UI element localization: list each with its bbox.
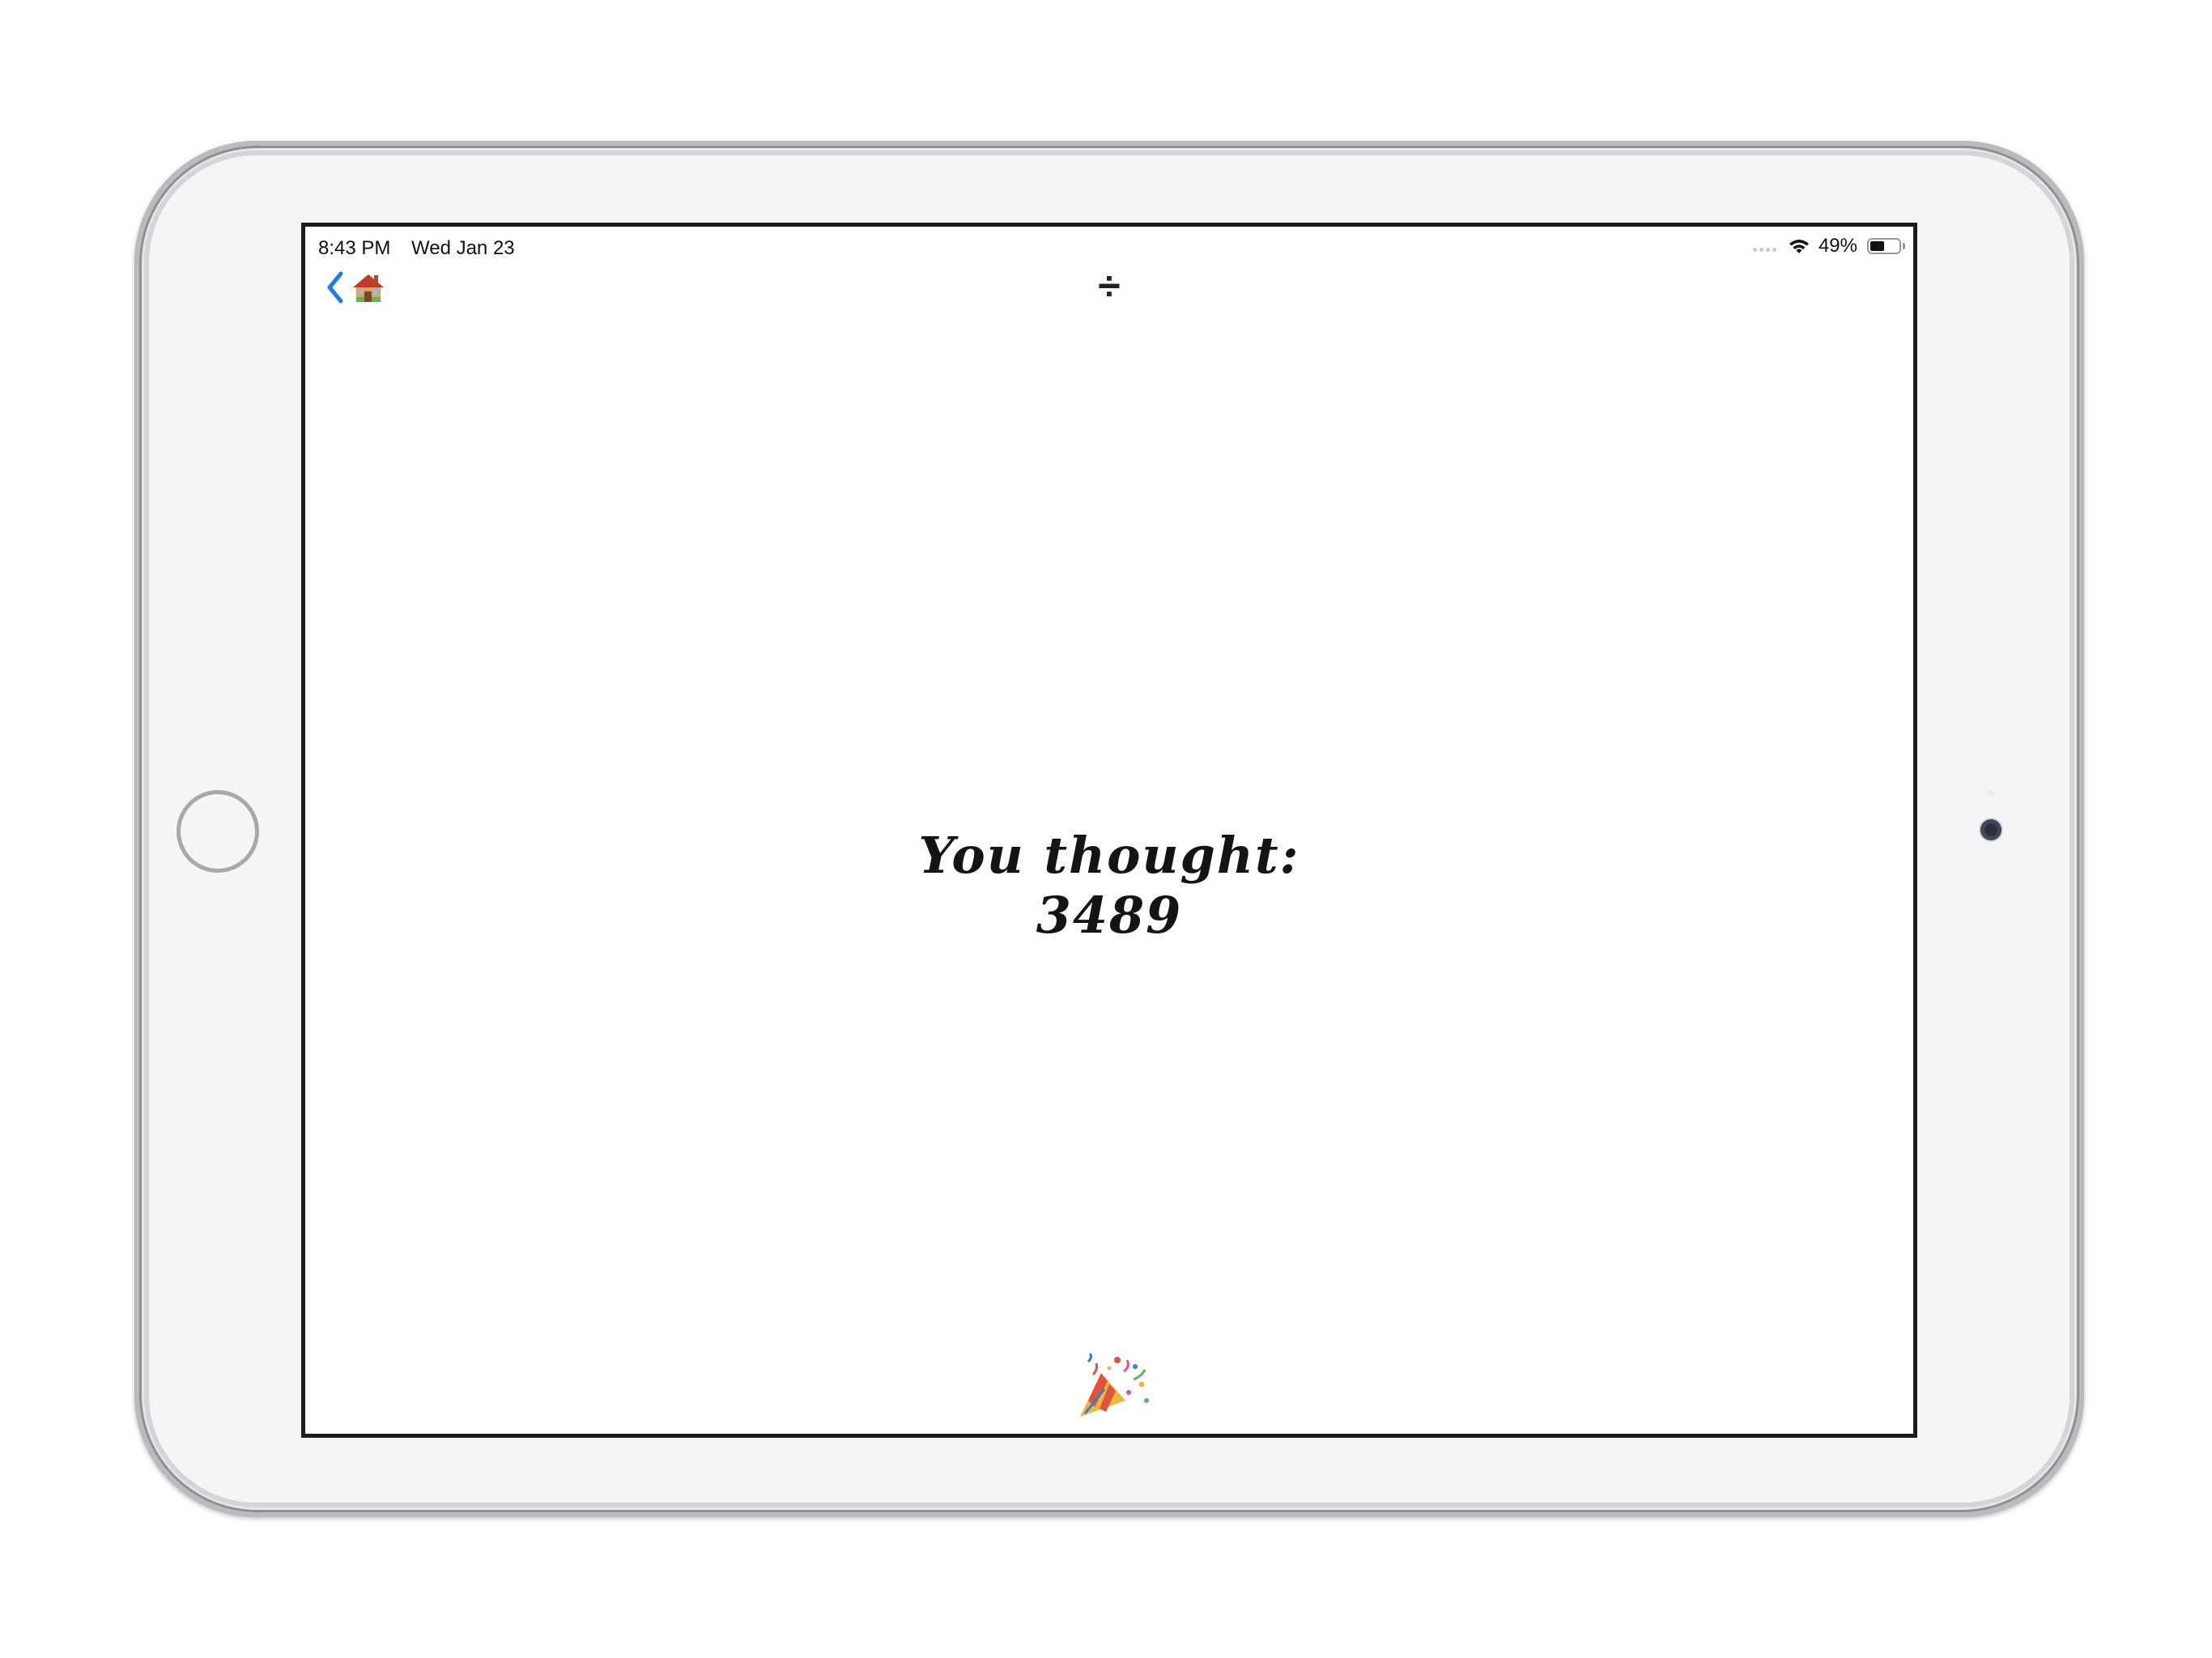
status-time: 8:43 PM xyxy=(318,237,391,259)
result-message: You thought: 3489 xyxy=(305,826,1913,946)
party-popper-icon xyxy=(1080,1352,1149,1417)
home-button[interactable] xyxy=(177,790,259,873)
nav-title: ÷ xyxy=(1098,263,1121,308)
battery-cap xyxy=(1903,243,1905,249)
battery-percent: 49% xyxy=(1818,235,1857,257)
result-number: 3489 xyxy=(1036,886,1183,945)
navigation-bar: ÷ xyxy=(305,259,1913,316)
ambient-sensor xyxy=(1987,789,1995,797)
status-bar: 8:43 PM Wed Jan 23 49% xyxy=(305,227,1913,259)
cellular-signal-icon xyxy=(1752,247,1776,252)
status-date: Wed Jan 23 xyxy=(411,237,515,259)
status-indicators: 49% xyxy=(1752,235,1905,257)
party-button[interactable] xyxy=(1077,1352,1151,1420)
screen: 8:43 PM Wed Jan 23 49% ÷ You thought: 34… xyxy=(301,223,1917,1438)
front-camera xyxy=(1980,819,2001,840)
app-stage: 8:43 PM Wed Jan 23 49% ÷ You thought: 34… xyxy=(0,0,2212,1658)
battery-fill xyxy=(1870,241,1884,251)
result-label: You thought: xyxy=(918,826,1300,885)
wifi-icon xyxy=(1789,240,1809,253)
battery-icon xyxy=(1867,238,1901,254)
